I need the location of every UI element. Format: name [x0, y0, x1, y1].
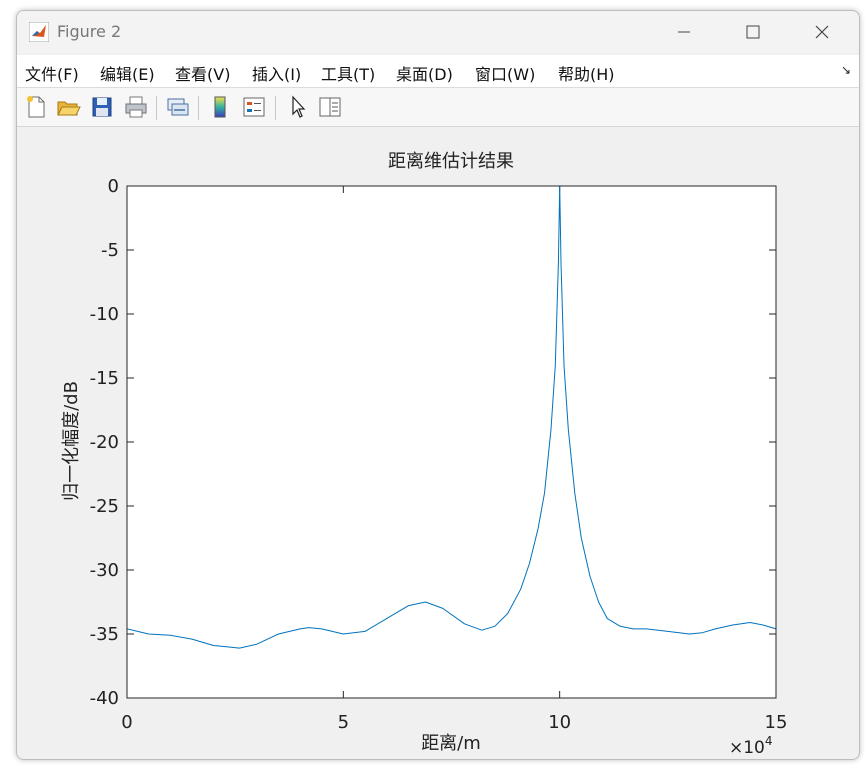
chart-title: 距离维估计结果	[388, 151, 514, 172]
figure-canvas: 0 5 10 15 0 -5 -10 -15 -20 -25 -30 -35 -40 距离维估计结果 距…	[17, 127, 859, 759]
minimize-icon	[678, 31, 690, 33]
toolbar	[17, 88, 859, 127]
menu-window[interactable]: 窗口(W)	[475, 61, 535, 85]
colorbar-icon[interactable]	[207, 94, 233, 120]
pointer-icon[interactable]	[285, 94, 311, 120]
x-axis-label: 距离/m	[421, 733, 481, 754]
link-icon[interactable]	[165, 94, 191, 120]
y-tick-label: 0	[108, 176, 119, 197]
y-tick-label: -10	[90, 304, 119, 325]
open-file-icon[interactable]	[55, 94, 81, 120]
y-tick-label: -35	[90, 624, 119, 645]
y-tick-label: -30	[90, 560, 119, 581]
x-tick-label: 15	[765, 712, 788, 733]
maximize-button[interactable]	[730, 11, 776, 53]
matlab-logo-icon	[29, 22, 49, 42]
toolbar-separator	[275, 96, 276, 120]
figure-window: Figure 2 文件(F) 编辑(E) 查看(V) 插入(I) 工具(T) 桌…	[16, 10, 860, 760]
menu-view[interactable]: 查看(V)	[175, 61, 230, 85]
title-bar[interactable]: Figure 2	[17, 11, 859, 53]
x-exponent-label: ×104	[729, 734, 773, 758]
y-axis-label: 归一化幅度/dB	[61, 381, 82, 501]
close-icon	[815, 25, 829, 39]
plot-area	[127, 186, 776, 698]
toolbar-separator	[156, 96, 157, 120]
x-tick-label: 0	[121, 712, 132, 733]
legend-icon[interactable]	[241, 94, 267, 120]
y-tick-label: -40	[90, 688, 119, 709]
x-exponent-power: 4	[765, 734, 773, 748]
y-tick-label: -15	[90, 368, 119, 389]
x-tick-label: 5	[338, 712, 349, 733]
save-icon[interactable]	[89, 94, 115, 120]
window-title: Figure 2	[57, 22, 122, 41]
menu-desktop[interactable]: 桌面(D)	[396, 61, 453, 85]
new-figure-icon[interactable]	[23, 94, 49, 120]
chart: 0 5 10 15 0 -5 -10 -15 -20 -25 -30 -35 -40 距离维估计结果 距…	[61, 151, 788, 758]
y-tick-label: -25	[90, 496, 119, 517]
menu-bar: 文件(F) 编辑(E) 查看(V) 插入(I) 工具(T) 桌面(D) 窗口(W…	[17, 55, 859, 88]
minimize-button[interactable]	[661, 11, 707, 53]
dock-arrow-icon[interactable]: ↘	[841, 63, 851, 77]
y-tick-label: -20	[90, 432, 119, 453]
maximize-icon	[746, 25, 760, 39]
menu-edit[interactable]: 编辑(E)	[100, 61, 155, 85]
property-editor-icon[interactable]	[317, 94, 343, 120]
close-button[interactable]	[799, 11, 845, 53]
x-exponent-base: ×10	[729, 738, 765, 758]
print-icon[interactable]	[123, 94, 149, 120]
toolbar-separator	[198, 96, 199, 120]
x-tick-label: 10	[548, 712, 571, 733]
menu-insert[interactable]: 插入(I)	[252, 61, 301, 85]
y-tick-label: -5	[101, 240, 119, 261]
menu-help[interactable]: 帮助(H)	[558, 61, 615, 85]
menu-file[interactable]: 文件(F)	[25, 61, 79, 85]
menu-tools[interactable]: 工具(T)	[321, 61, 375, 85]
